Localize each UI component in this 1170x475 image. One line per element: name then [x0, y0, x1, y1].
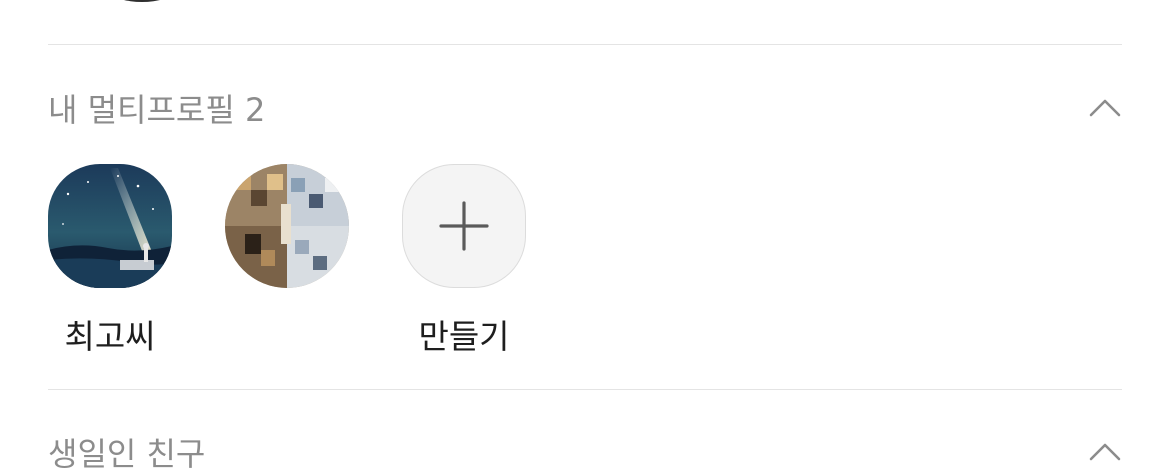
birthday-header[interactable]: 생일인 친구 — [48, 430, 1122, 474]
partial-avatar-top — [112, 0, 172, 2]
birthday-title: 생일인 친구 — [48, 435, 206, 473]
pixelated-photo-avatar[interactable] — [225, 164, 349, 288]
plus-icon — [439, 201, 489, 251]
create-profile-item[interactable]: 만들기 — [402, 164, 526, 356]
create-profile-label: 만들기 — [418, 317, 510, 356]
create-profile-button[interactable] — [402, 164, 526, 288]
multi-profile-list: 최고씨 만들기 — [48, 164, 526, 356]
chevron-up-icon[interactable] — [1088, 91, 1122, 125]
divider — [48, 389, 1122, 390]
night-sky-avatar[interactable] — [48, 164, 172, 288]
multi-profile-title: 내 멀티프로필 2 — [48, 91, 266, 129]
divider — [48, 44, 1122, 45]
profile-item[interactable]: 최고씨 — [48, 164, 172, 356]
profile-item[interactable] — [225, 164, 349, 354]
chevron-up-icon[interactable] — [1088, 435, 1122, 469]
profile-name: 최고씨 — [64, 317, 156, 356]
multi-profile-header[interactable]: 내 멀티프로필 2 — [48, 86, 1122, 130]
